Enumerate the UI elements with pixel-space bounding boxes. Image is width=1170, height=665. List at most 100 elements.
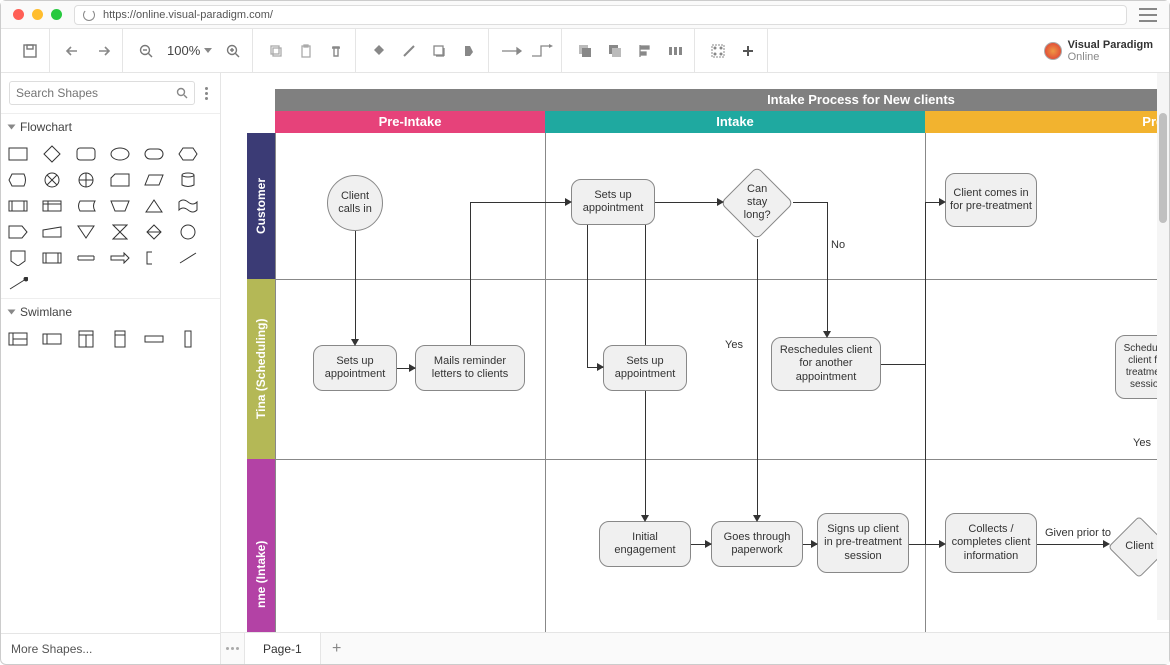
url-bar[interactable]: https://online.visual-paradigm.com/ <box>74 5 1127 25</box>
node-client-calls[interactable]: Client calls in <box>327 175 383 231</box>
shape-circle[interactable] <box>177 224 199 240</box>
shape-line2[interactable] <box>7 276 29 292</box>
shape-or[interactable] <box>75 172 97 188</box>
shape-merge[interactable] <box>75 224 97 240</box>
shape-arrow[interactable] <box>109 250 131 266</box>
waypoint-button[interactable] <box>529 38 555 64</box>
node-mails-reminder[interactable]: Mails reminder letters to clients <box>415 345 525 391</box>
arrow-icon <box>597 363 604 371</box>
node-setup-appt-3[interactable]: Sets up appointment <box>603 345 687 391</box>
node-collects[interactable]: Collects / completes client information <box>945 513 1037 573</box>
edge <box>470 202 471 345</box>
refresh-icon[interactable] <box>83 9 95 21</box>
shape-collate[interactable] <box>109 224 131 240</box>
zoom-out-button[interactable] <box>133 38 159 64</box>
shadow-button[interactable] <box>426 38 452 64</box>
phase-pre-intake[interactable]: Pre-Intake <box>275 111 545 133</box>
shape-pentagon[interactable] <box>7 224 29 240</box>
minimize-dot[interactable] <box>32 9 43 20</box>
to-back-button[interactable] <box>602 38 628 64</box>
shape-annotation[interactable] <box>143 250 165 266</box>
save-button[interactable] <box>17 38 43 64</box>
node-goes-paperwork[interactable]: Goes through paperwork <box>711 521 803 567</box>
to-front-button[interactable] <box>572 38 598 64</box>
node-client-comes[interactable]: Client comes in for pre-treatment <box>945 173 1037 227</box>
shape-loop[interactable] <box>75 250 97 266</box>
align-button[interactable] <box>632 38 658 64</box>
style-button[interactable] <box>456 38 482 64</box>
shape-ellipse[interactable] <box>109 146 131 162</box>
shape-display[interactable] <box>7 172 29 188</box>
copy-button[interactable] <box>263 38 289 64</box>
flowchart-section-header[interactable]: Flowchart <box>1 114 220 140</box>
shape-internal[interactable] <box>41 198 63 214</box>
shape-rect[interactable] <box>7 146 29 162</box>
more-shapes-button[interactable]: More Shapes... <box>1 633 220 664</box>
logo-text-2: Online <box>1068 51 1153 63</box>
scrollbar-thumb[interactable] <box>1159 113 1167 223</box>
lane-customer[interactable]: Customer <box>247 133 275 279</box>
shape-pool-v[interactable] <box>75 331 97 347</box>
sidebar-menu-icon[interactable] <box>201 83 212 104</box>
shape-hexagon[interactable] <box>177 146 199 162</box>
shape-storage[interactable] <box>75 198 97 214</box>
node-setup-appt-1[interactable]: Sets up appointment <box>313 345 397 391</box>
zoom-level[interactable]: 100% <box>163 43 216 58</box>
diagram-title[interactable]: Intake Process for New clients <box>275 89 1169 111</box>
fill-color-button[interactable] <box>366 38 392 64</box>
node-initial-engagement[interactable]: Initial engagement <box>599 521 691 567</box>
shape-cylinder[interactable] <box>177 172 199 188</box>
shape-parallelogram[interactable] <box>143 172 165 188</box>
shape-card[interactable] <box>109 172 131 188</box>
node-setup-appt-2[interactable]: Sets up appointment <box>571 179 655 225</box>
v-scrollbar[interactable] <box>1157 73 1169 620</box>
shape-sep-h[interactable] <box>143 331 165 347</box>
zoom-in-button[interactable] <box>220 38 246 64</box>
tab-handle[interactable] <box>221 633 245 664</box>
undo-button[interactable] <box>60 38 86 64</box>
tab-page-1[interactable]: Page-1 <box>245 633 321 664</box>
phase-pre-treatment[interactable]: Pre-Treatment <box>925 111 1169 133</box>
shape-sep-v[interactable] <box>177 331 199 347</box>
search-shapes-input[interactable] <box>9 81 195 105</box>
node-signs-up[interactable]: Signs up client in pre-treatment session <box>817 513 909 573</box>
add-button[interactable] <box>735 38 761 64</box>
shape-diamond[interactable] <box>41 146 63 162</box>
shape-lane-v[interactable] <box>109 331 131 347</box>
distribute-button[interactable] <box>662 38 688 64</box>
shape-manual2[interactable] <box>109 198 131 214</box>
close-dot[interactable] <box>13 9 24 20</box>
swimlane-section-header[interactable]: Swimlane <box>1 299 220 325</box>
swimlane-shapes <box>1 325 220 353</box>
phase-intake[interactable]: Intake <box>545 111 925 133</box>
shape-rounded[interactable] <box>75 146 97 162</box>
edge <box>909 544 943 545</box>
paste-button[interactable] <box>293 38 319 64</box>
lane-tina[interactable]: Tina (Scheduling) <box>247 279 275 459</box>
shape-manual[interactable] <box>41 224 63 240</box>
shape-lane-h[interactable] <box>41 331 63 347</box>
add-page-button[interactable]: + <box>321 640 353 658</box>
grid-button[interactable] <box>705 38 731 64</box>
connection-button[interactable] <box>499 38 525 64</box>
maximize-dot[interactable] <box>51 9 62 20</box>
canvas[interactable]: Intake Process for New clients Pre-Intak… <box>221 73 1169 664</box>
shape-pool-h[interactable] <box>7 331 29 347</box>
shape-offpage[interactable] <box>7 250 29 266</box>
shape-terminator[interactable] <box>143 146 165 162</box>
logo-icon <box>1044 42 1062 60</box>
node-reschedules[interactable]: Reschedules client for another appointme… <box>771 337 881 391</box>
shape-triangle[interactable] <box>143 198 165 214</box>
line-color-button[interactable] <box>396 38 422 64</box>
shape-sumjunc[interactable] <box>41 172 63 188</box>
lane-intake[interactable]: nne (Intake) <box>247 459 275 632</box>
delete-button[interactable] <box>323 38 349 64</box>
shape-process2[interactable] <box>7 198 29 214</box>
redo-button[interactable] <box>90 38 116 64</box>
flowchart-label: Flowchart <box>20 120 72 134</box>
shape-tape[interactable] <box>177 198 199 214</box>
shape-delay[interactable] <box>41 250 63 266</box>
menu-icon[interactable] <box>1139 8 1157 22</box>
shape-sort[interactable] <box>143 224 165 240</box>
shape-line1[interactable] <box>177 250 199 266</box>
